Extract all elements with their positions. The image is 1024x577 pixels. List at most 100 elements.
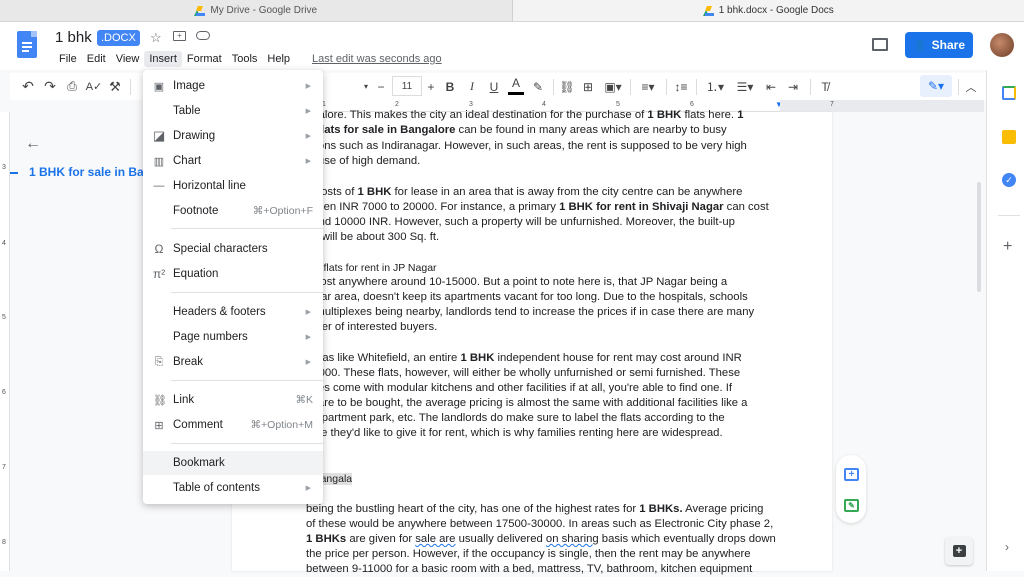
editing-mode-icon[interactable]: ✎▾ [920,75,952,97]
menu-item-footnote[interactable]: Footnote ⌘+Option+F [143,199,323,223]
vertical-ruler[interactable]: 3 4 5 6 7 8 [0,112,10,571]
menu-item-label: Image [173,80,205,92]
suggest-edits-icon[interactable]: ✎ [844,499,859,512]
menu-item-label: Drawing [173,130,215,142]
menu-item-comment[interactable]: ⊞ Comment ⌘+Option+M [143,413,323,437]
browser-tab-drive[interactable]: My Drive - Google Drive [0,0,512,21]
get-addons-plus-icon[interactable]: + [1003,238,1012,256]
cloud-saved-icon[interactable] [196,31,210,40]
menu-item-label: Special characters [173,243,268,255]
clear-formatting-icon[interactable]: T̸ [816,73,834,100]
menu-item-link[interactable]: ⛓ Link ⌘K [143,388,323,412]
font-size-input[interactable]: 11 [392,76,422,96]
text-color-button[interactable]: A [508,73,524,95]
menu-item-drawing[interactable]: ◪ Drawing ▶ [143,124,323,148]
menu-insert[interactable]: Insert [144,51,182,67]
vertical-scrollbar[interactable] [977,182,981,292]
numbered-list-icon[interactable]: ⒈▾ [702,73,728,100]
bulleted-list-icon[interactable]: ☰▾ [732,73,758,100]
doc-line: 1 BHKs are given for sale are usually de… [306,532,786,547]
decrease-font-size-button[interactable]: − [372,73,390,100]
underline-button[interactable]: U [486,73,502,100]
outline-active-marker [10,172,18,174]
text-run: usually delivered [455,533,545,545]
toolbar-divider [553,79,554,95]
menu-item-label: Equation [173,268,218,280]
document-title[interactable]: 1 bhk [55,29,92,46]
menu-item-bookmark[interactable]: Bookmark [143,451,323,475]
share-button[interactable]: 👤 Share [905,32,973,58]
calendar-icon[interactable] [1002,86,1016,100]
pi-icon: π² [153,267,165,281]
menu-item-break[interactable]: ⎘ Break ▶ [143,350,323,374]
menu-item-special-characters[interactable]: Ω Special characters [143,237,323,261]
redo-icon[interactable]: ↷ [42,73,58,100]
user-avatar[interactable] [990,33,1014,57]
menu-item-headers-footers[interactable]: Headers & footers ▶ [143,300,323,324]
google-docs-logo-icon[interactable] [17,31,37,58]
last-edit-link[interactable]: Last edit was seconds ago [312,53,442,65]
menu-item-image[interactable]: ▣ Image ▶ [143,74,323,98]
text-run: ngalore. This makes the city an ideal de… [306,109,647,121]
person-icon: 👤 [913,39,927,52]
share-label: Share [932,38,965,52]
keep-icon[interactable] [1002,130,1016,144]
menu-item-table-of-contents[interactable]: Table of contents ▶ [143,476,323,500]
explore-button[interactable]: + [945,537,973,565]
spellcheck-icon[interactable]: A✓ [86,73,102,100]
close-outline-arrow-icon[interactable]: ← [25,135,41,153]
menu-edit[interactable]: Edit [82,51,111,67]
ruler-mark: 4 [2,240,6,247]
doc-line: being the bustling heart of the city, ha… [306,502,786,517]
menu-item-horizontal-line[interactable]: — Horizontal line [143,174,323,198]
increase-indent-icon[interactable]: ⇥ [784,73,802,100]
comment-history-icon[interactable] [872,38,888,51]
italic-button[interactable]: I [464,73,480,100]
bold-button[interactable]: B [442,73,458,100]
google-drive-icon [703,6,714,16]
font-dropdown-chevron-icon[interactable]: ▾ [360,73,372,100]
menu-shortcut: ⌘K [295,394,313,406]
menu-help[interactable]: Help [262,51,295,67]
star-icon[interactable]: ☆ [150,30,162,46]
menu-item-table[interactable]: Table ▶ [143,99,323,123]
menu-item-chart[interactable]: ▥ Chart ▶ [143,149,323,173]
menu-item-label: Page numbers [173,331,248,343]
increase-font-size-button[interactable]: + [422,73,440,100]
menu-shortcut: ⌘+Option+F [253,205,313,217]
add-comment-icon[interactable]: ⊞ [580,73,596,100]
doc-heading: HK flats for rent in JP Nagar [306,261,786,276]
show-side-panel-chevron-icon[interactable]: › [1005,540,1009,554]
submenu-arrow-icon: ▶ [306,82,311,90]
menu-tools[interactable]: Tools [227,51,263,67]
menu-format[interactable]: Format [182,51,227,67]
outline-item[interactable]: 1 BHK for sale in Bangalore [29,165,144,179]
ruler-mark: 7 [2,464,6,471]
toolbar-divider [958,79,959,95]
tasks-icon[interactable]: ✓ [1002,173,1016,187]
line-spacing-icon[interactable]: ↕≡ [672,73,690,100]
doc-line: ts are to be bought, the average pricing… [306,396,786,411]
undo-icon[interactable]: ↶ [20,73,36,100]
doc-line: ound 10000 INR. However, such a property… [306,215,786,230]
browser-tab-title: My Drive - Google Drive [210,5,317,16]
paint-format-icon[interactable]: ⚒ [108,73,122,100]
menu-item-page-numbers[interactable]: Page numbers ▶ [143,325,323,349]
browser-tab-docs[interactable]: 1 bhk.docx - Google Docs [512,0,1024,21]
text-run: being the bustling heart of the city, ha… [306,503,639,515]
insert-image-icon[interactable]: ▣▾ [602,73,624,100]
ruler-mark: 3 [2,164,6,171]
print-icon[interactable]: ⎙ [64,73,80,100]
align-left-icon[interactable]: ≡▾ [636,73,660,100]
menu-item-equation[interactable]: π² Equation [143,262,323,286]
add-comment-icon[interactable]: + [844,468,859,481]
horizontal-line-icon: — [153,180,165,192]
highlight-color-icon[interactable]: ✎ [530,73,546,100]
insert-link-icon[interactable]: ⛓ [558,73,576,100]
menu-item-label: Bookmark [173,457,225,469]
menu-file[interactable]: File [54,51,82,67]
collapse-menus-icon[interactable]: ︿ [963,73,979,100]
menu-view[interactable]: View [111,51,145,67]
decrease-indent-icon[interactable]: ⇤ [762,73,780,100]
move-folder-icon[interactable]: + [173,31,186,41]
